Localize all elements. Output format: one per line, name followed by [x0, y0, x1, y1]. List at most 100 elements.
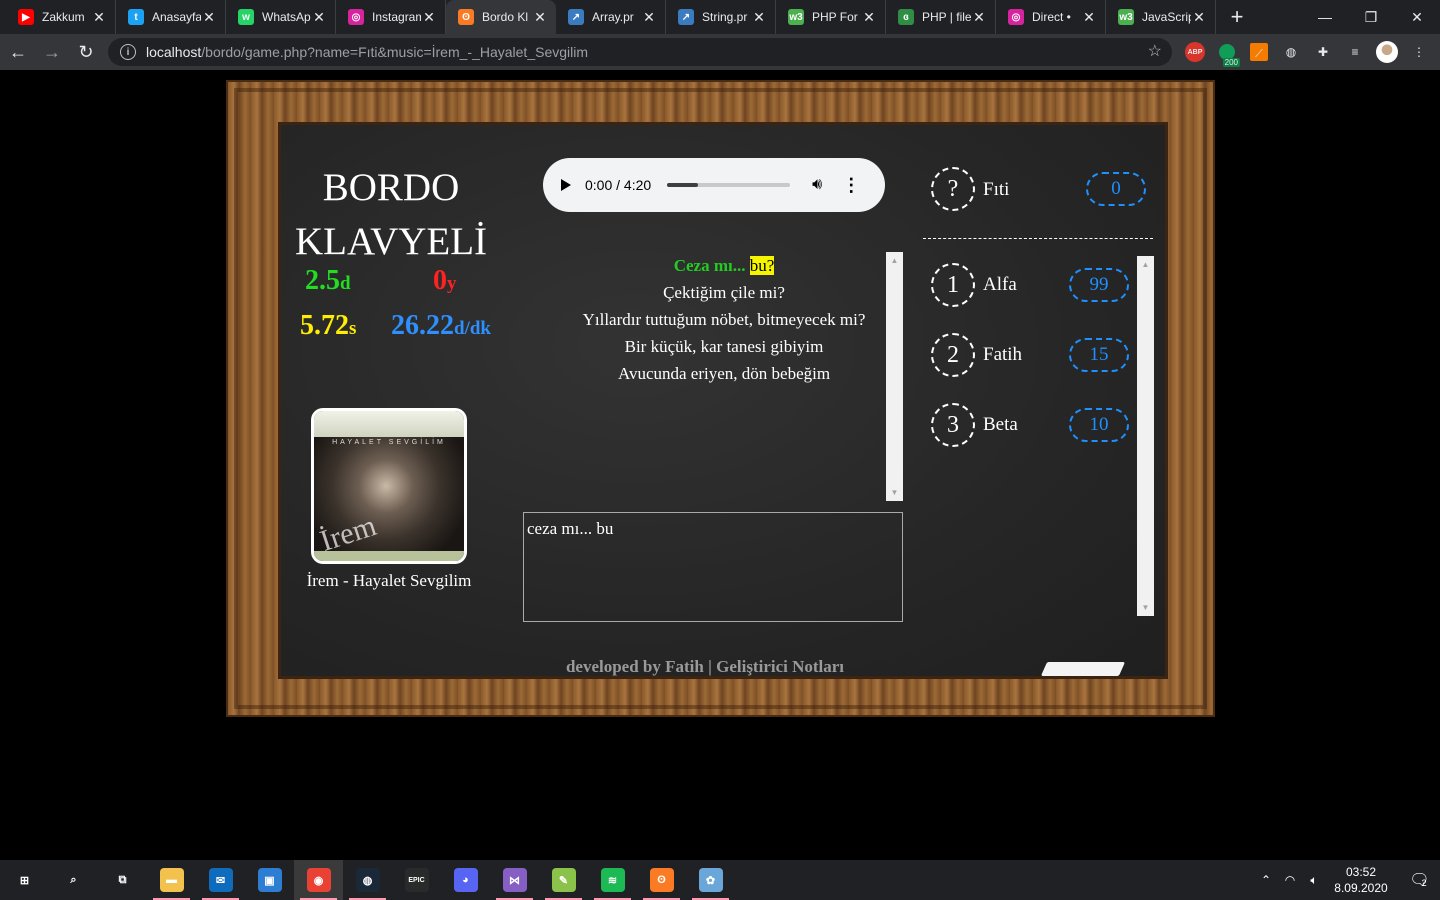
browser-tab[interactable]: ◎ Instagram ✕: [336, 0, 446, 34]
taskbar-app[interactable]: ◕: [441, 860, 490, 900]
youtube-icon: ▶: [18, 9, 34, 25]
play-icon[interactable]: [561, 179, 571, 191]
close-window-button[interactable]: ✕: [1394, 0, 1440, 34]
leaderboard-name: Beta: [983, 414, 1018, 435]
close-tab-icon[interactable]: ✕: [861, 9, 877, 26]
taskbar-app[interactable]: ✉: [196, 860, 245, 900]
close-tab-icon[interactable]: ✕: [91, 9, 107, 26]
close-tab-icon[interactable]: ✕: [421, 9, 437, 26]
puzzle-icon[interactable]: ✚: [1310, 39, 1336, 65]
close-tab-icon[interactable]: ✕: [751, 9, 767, 26]
browser-tab[interactable]: ↗ String.pr ✕: [666, 0, 776, 34]
wifi-icon[interactable]: ◠: [1278, 873, 1302, 887]
close-tab-icon[interactable]: ✕: [641, 9, 657, 26]
menu-kebab-icon[interactable]: ⋮: [1406, 39, 1432, 65]
extension-counter-icon[interactable]: 200: [1214, 39, 1240, 67]
close-tab-icon[interactable]: ✕: [1191, 9, 1207, 26]
audio-seek-bar[interactable]: [667, 183, 791, 187]
tab-title: PHP | file: [922, 10, 971, 24]
clock-time: 03:52: [1345, 865, 1377, 879]
taskbar-app[interactable]: ◍: [343, 860, 392, 900]
tab-title: Instagram: [372, 10, 421, 24]
album-cover: HAYALET SEVGİLİM İrem: [311, 408, 467, 564]
close-tab-icon[interactable]: ✕: [532, 9, 548, 26]
leaderboard-name: Alfa: [983, 274, 1017, 295]
browser-tab[interactable]: ʘ Bordo Kl ✕: [446, 0, 556, 34]
typing-input[interactable]: ceza mı... bu: [523, 512, 903, 622]
tabs-container: ▶Zakkum✕tAnasayfa✕wWhatsApp✕◎Instagram✕ʘ…: [6, 0, 1216, 34]
scroll-up-arrow-icon[interactable]: ▲: [1137, 256, 1154, 273]
leaderboard-score: 15: [1069, 338, 1129, 372]
adblock-icon[interactable]: ABP: [1182, 39, 1208, 65]
scroll-down-arrow-icon[interactable]: ▼: [886, 484, 903, 501]
reload-button[interactable]: ↻: [70, 36, 102, 68]
taskbar-app[interactable]: ⋈: [490, 860, 539, 900]
audio-player: 0:00 / 4:20 🔊︎ ⋮: [543, 158, 885, 212]
browser-tab[interactable]: ▶ Zakkum ✕: [6, 0, 116, 34]
browser-tab[interactable]: w3 JavaScrip ✕: [1106, 0, 1216, 34]
browser-tab[interactable]: w WhatsApp✕: [226, 0, 336, 34]
taskbar-app[interactable]: EPIC: [392, 860, 441, 900]
stat-correct-value: 2.5: [305, 265, 340, 296]
xampp-icon: ʘ: [458, 9, 474, 25]
restore-button[interactable]: ❐: [1348, 0, 1394, 34]
taskbar-app[interactable]: ⊞: [0, 860, 49, 900]
back-button[interactable]: ←: [2, 36, 34, 68]
taskbar-app[interactable]: ⌕: [49, 860, 98, 900]
chart-extension-icon[interactable]: ⟋: [1246, 39, 1272, 65]
browser-tab[interactable]: t Anasayfa ✕: [116, 0, 226, 34]
profile-avatar[interactable]: [1374, 39, 1400, 65]
tray-chevron-icon[interactable]: ⌃: [1254, 873, 1278, 887]
volume-icon[interactable]: 🔊︎: [812, 176, 822, 194]
adblock-label: ABP: [1185, 42, 1205, 62]
taskbar-app[interactable]: ▣: [245, 860, 294, 900]
taskbar-app[interactable]: ≋: [588, 860, 637, 900]
geeks-icon: ɞ: [898, 9, 914, 25]
browser-tab[interactable]: ɞ PHP | file ✕: [886, 0, 996, 34]
browser-tab[interactable]: w3 PHP For ✕: [776, 0, 886, 34]
close-tab-icon[interactable]: ✕: [971, 9, 987, 26]
tab-title: Bordo Kl: [482, 10, 529, 24]
extension-badge: 200: [1222, 58, 1240, 67]
speaker-icon[interactable]: 🔈︎: [1302, 873, 1326, 888]
close-tab-icon[interactable]: ✕: [1081, 9, 1097, 26]
browser-tab[interactable]: ◎ Direct • ✕: [996, 0, 1106, 34]
taskbar-app[interactable]: ▬: [147, 860, 196, 900]
audio-more-icon[interactable]: ⋮: [842, 175, 860, 196]
scroll-down-arrow-icon[interactable]: ▼: [1137, 599, 1154, 616]
taskbar-app[interactable]: ◉: [294, 860, 343, 900]
notification-icon[interactable]: 🗨︎ 2: [1396, 870, 1440, 890]
tab-title: Direct •: [1032, 10, 1071, 24]
leaderboard-rank: 2: [931, 333, 975, 377]
clock[interactable]: 03:52 8.09.2020: [1326, 864, 1396, 896]
song-name: İrem - Hayalet Sevgilim: [306, 571, 472, 590]
stat-speed-value: 26.22: [391, 310, 454, 341]
current-player-row: ? Fıti 0: [931, 167, 1146, 213]
lyrics-scrollbar[interactable]: ▲ ▼: [886, 252, 903, 501]
chalkboard-frame: BORDO KLAVYELİ 2.5d 0y 5.72s 26.22d/dk H…: [226, 80, 1215, 717]
browser-tab[interactable]: ↗ Array.pr ✕: [556, 0, 666, 34]
media-control-icon[interactable]: ≡: [1342, 39, 1368, 65]
taskbar-app[interactable]: ⧉: [98, 860, 147, 900]
bookmark-star-icon[interactable]: ☆: [1148, 41, 1162, 61]
address-bar[interactable]: i localhost/bordo/game.php?name=Fıti&mus…: [108, 38, 1172, 66]
search-icon: ⌕: [61, 868, 86, 892]
leaderboard-score: 99: [1069, 268, 1129, 302]
taskbar-app[interactable]: ✎: [539, 860, 588, 900]
scroll-up-arrow-icon[interactable]: ▲: [886, 252, 903, 269]
new-tab-button[interactable]: +: [1222, 0, 1252, 34]
leaderboard-score: 10: [1069, 408, 1129, 442]
stat-time-value: 5.72: [300, 310, 349, 341]
current-player-name: Fıti: [983, 179, 1010, 200]
album-art-image: HAYALET SEVGİLİM İrem: [314, 411, 464, 561]
footer-credits[interactable]: developed by Fatih | Geliştirici Notları: [281, 657, 1129, 677]
forward-button[interactable]: →: [36, 36, 68, 68]
leaderboard-scrollbar[interactable]: ▲ ▼: [1137, 256, 1154, 616]
close-tab-icon[interactable]: ✕: [311, 9, 327, 26]
globe-extension-icon[interactable]: ◍: [1278, 39, 1304, 65]
minimize-button[interactable]: —: [1302, 0, 1348, 34]
site-info-icon[interactable]: i: [120, 44, 136, 60]
taskbar-app[interactable]: ✿: [686, 860, 735, 900]
close-tab-icon[interactable]: ✕: [201, 9, 217, 26]
taskbar-app[interactable]: ʘ: [637, 860, 686, 900]
